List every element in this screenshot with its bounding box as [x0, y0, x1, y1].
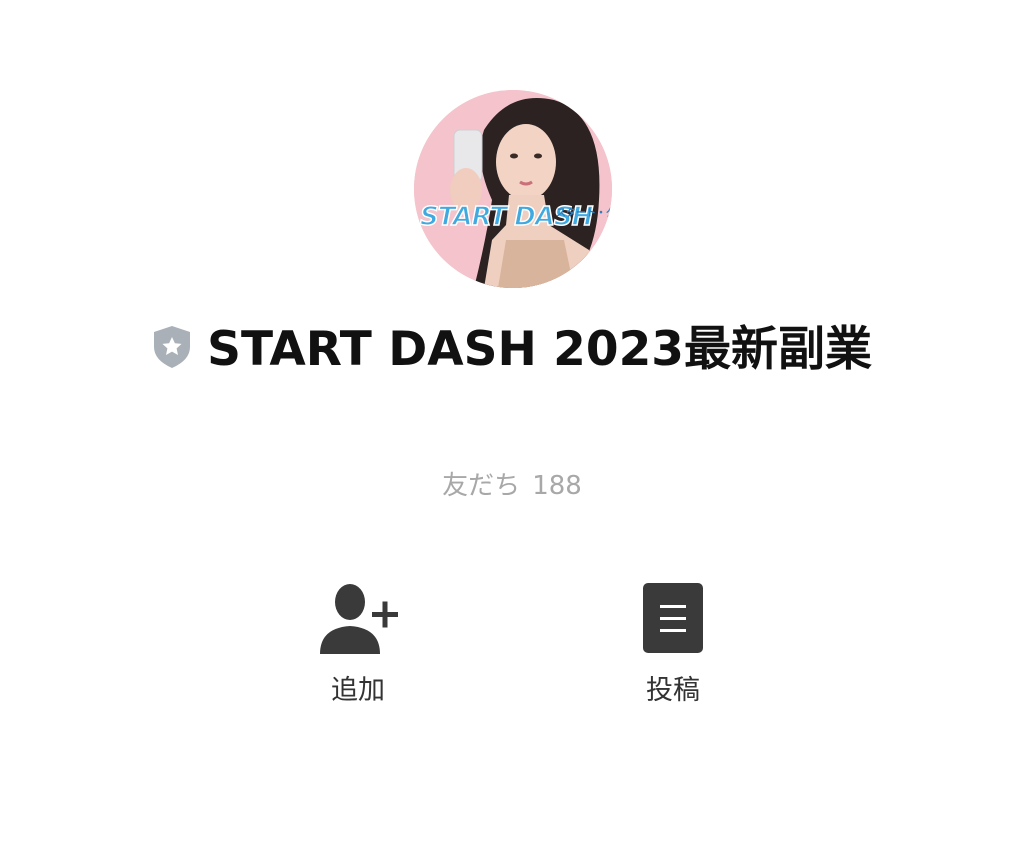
verified-shield-star-icon	[154, 326, 190, 368]
account-name: START DASH 2023最新副業	[207, 322, 872, 377]
avatar-photo-icon	[414, 90, 612, 288]
profile-avatar[interactable]: START DASH スタート・ダッシュ	[414, 90, 612, 288]
add-friend-button[interactable]: 追加	[288, 582, 428, 707]
friends-label: 友だち	[442, 471, 521, 501]
posts-button[interactable]: 投稿	[603, 582, 743, 707]
profile-page: START DASH スタート・ダッシュ START DASH 2023最新副業…	[0, 0, 1024, 863]
friends-count-line: 友だち 188	[0, 465, 1024, 502]
profile-title: START DASH 2023最新副業	[120, 318, 904, 382]
post-document-icon	[643, 583, 703, 653]
friends-count: 188	[532, 471, 582, 501]
avatar-logo-subtext: スタート・ダッシュ	[556, 208, 612, 219]
posts-label: 投稿	[646, 675, 700, 706]
add-friend-label: 追加	[331, 675, 385, 706]
add-friend-icon	[320, 584, 398, 654]
